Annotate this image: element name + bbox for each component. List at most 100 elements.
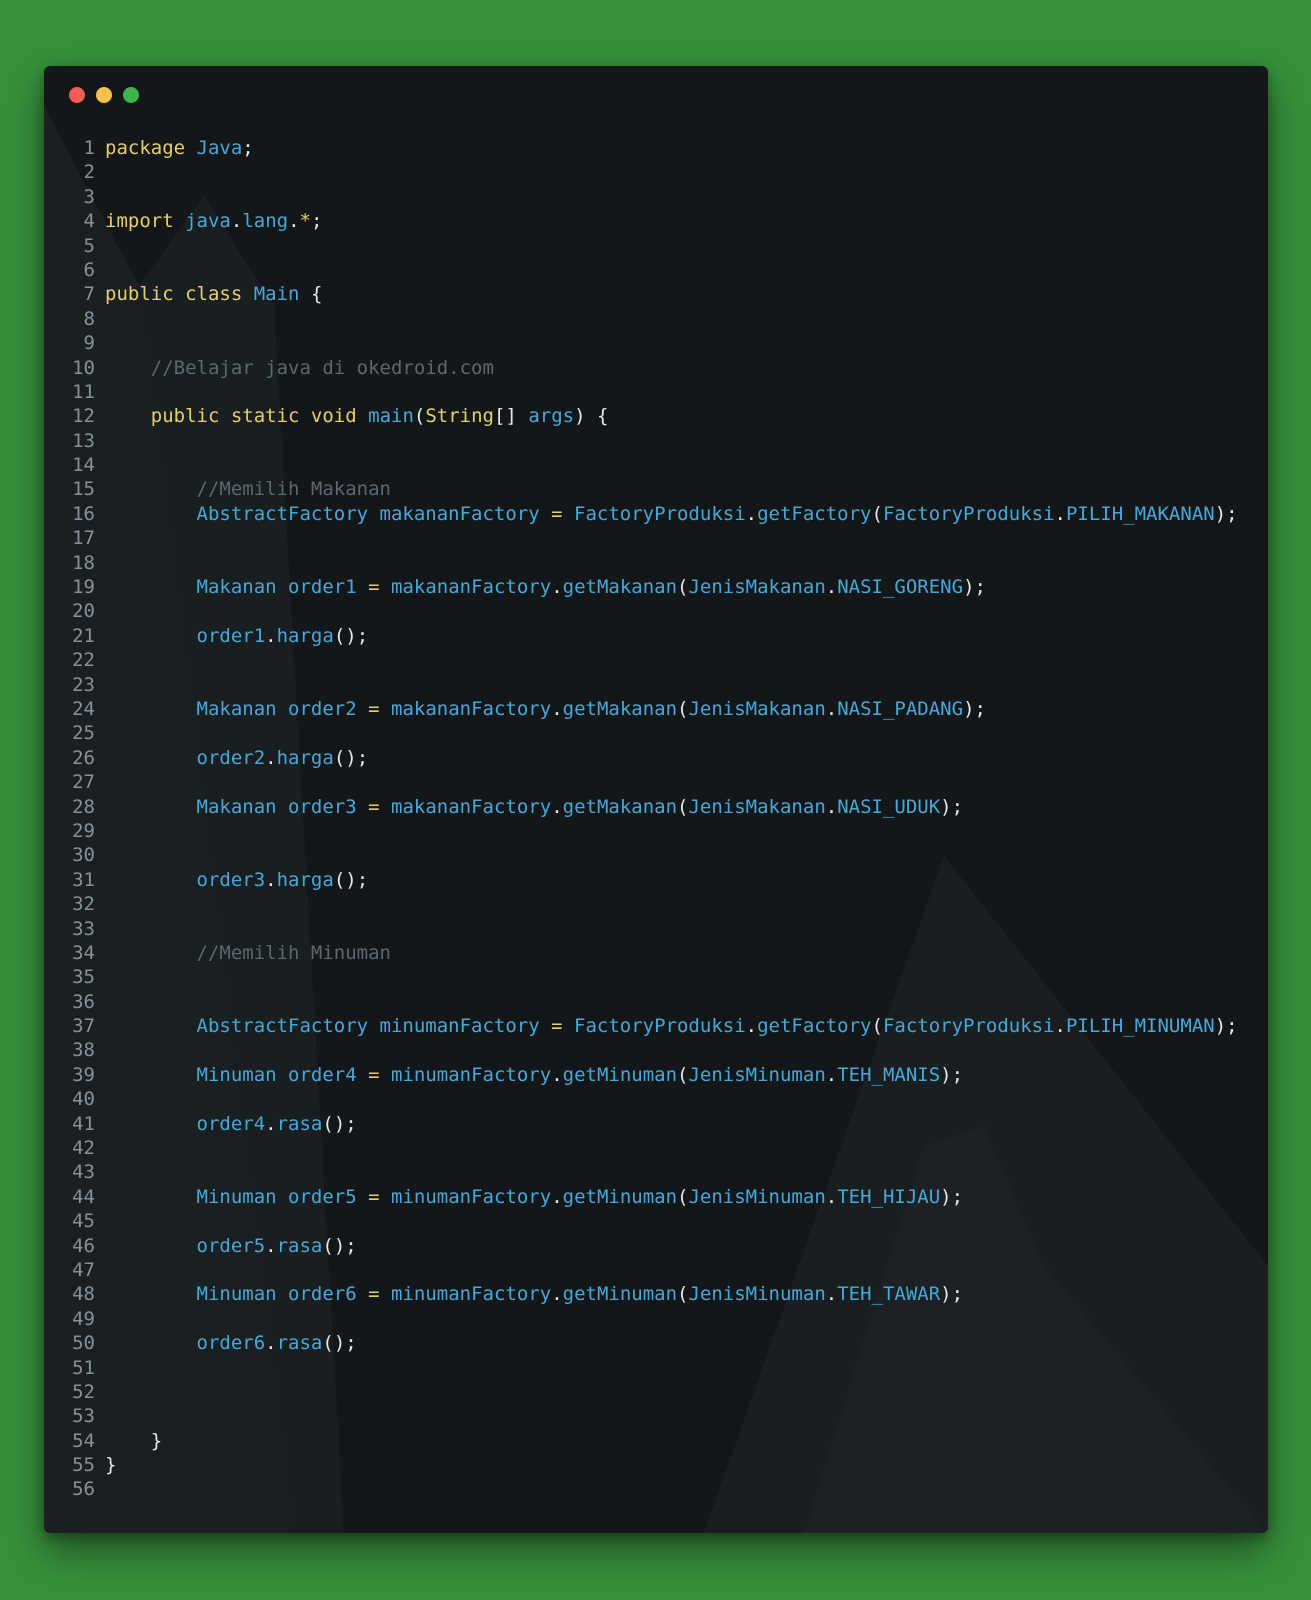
code-token: (	[413, 405, 426, 428]
code-line: 35	[44, 965, 1268, 989]
line-number: 15	[72, 478, 95, 501]
code-token: NASI_UDUK	[837, 795, 941, 818]
line-content: order2.harga();	[105, 746, 369, 770]
line-number: 11	[72, 380, 95, 403]
code-token: getMinuman	[562, 1283, 678, 1306]
minimize-window-button[interactable]	[96, 87, 112, 103]
code-token: }	[105, 1454, 117, 1477]
code-token: order5	[196, 1234, 266, 1257]
line-number: 9	[83, 332, 95, 355]
code-token: import	[105, 210, 174, 233]
code-token: .	[825, 1063, 838, 1086]
line-number: 33	[72, 917, 95, 940]
line-number: 27	[72, 771, 95, 794]
code-line: 21 order1.harga();	[44, 624, 1268, 648]
code-token: FactoryProduksi	[574, 502, 746, 525]
line-content: order6.rasa();	[105, 1331, 357, 1355]
code-token: FactoryProduksi	[882, 1015, 1055, 1038]
code-line: 55}	[44, 1453, 1268, 1477]
code-token: =	[368, 795, 380, 818]
code-token: );	[940, 1185, 964, 1208]
line-content: AbstractFactory minumanFactory = Factory…	[105, 1014, 1238, 1038]
line-number: 3	[83, 185, 95, 208]
line-number: 10	[72, 356, 95, 379]
line-number: 14	[72, 454, 95, 477]
line-number: 6	[83, 258, 95, 281]
code-token: order4	[196, 1112, 266, 1135]
code-token: *	[299, 210, 311, 233]
code-line: 15 //Memilih Makanan	[44, 477, 1268, 501]
code-line: 7 public class Main {	[44, 282, 1268, 306]
code-line: 43	[44, 1160, 1268, 1184]
code-token: JenisMinuman	[688, 1283, 826, 1306]
code-token: =	[551, 502, 563, 525]
line-number: 8	[83, 307, 95, 330]
line-number: 19	[72, 576, 95, 599]
code-token: =	[368, 1283, 380, 1306]
code-line: 48 Minuman order6 = minumanFactory.getMi…	[44, 1282, 1268, 1306]
code-line: 50 order6.rasa();	[44, 1331, 1268, 1355]
line-number: 7	[83, 283, 95, 306]
code-token: makananFactory	[391, 576, 552, 599]
code-token: Minuman order5	[196, 1185, 357, 1208]
code-token: }	[105, 1429, 163, 1452]
code-token: .	[825, 795, 838, 818]
maximize-window-button[interactable]	[123, 87, 139, 103]
code-token: (	[871, 502, 883, 525]
code-token: .	[1054, 1015, 1066, 1038]
code-token: .	[265, 624, 277, 647]
code-token: ;	[310, 210, 323, 233]
close-window-button[interactable]	[69, 87, 85, 103]
line-number: 40	[72, 1088, 95, 1111]
code-token: .	[551, 795, 563, 818]
code-editor[interactable]: 1 package Java; 2 3 4 import java.lang.*; 5 6 7 p…	[44, 136, 1268, 1502]
code-line: 30	[44, 843, 1268, 867]
line-number: 43	[72, 1161, 95, 1184]
line-number: 39	[72, 1063, 95, 1086]
line-number: 50	[72, 1332, 95, 1355]
code-line: 34 //Memilih Minuman	[44, 941, 1268, 965]
code-token: makananFactory	[391, 697, 552, 720]
line-number: 30	[72, 844, 95, 867]
code-line: 2	[44, 160, 1268, 184]
line-number: 34	[72, 941, 95, 964]
code-token: Makanan order2	[196, 697, 357, 720]
code-token: JenisMakanan	[688, 576, 826, 599]
line-number: 23	[72, 673, 95, 696]
code-line: 9	[44, 331, 1268, 355]
line-number: 26	[72, 746, 95, 769]
code-token: minumanFactory	[391, 1185, 552, 1208]
line-number: 52	[72, 1380, 95, 1403]
code-line: 40	[44, 1087, 1268, 1111]
code-token: .	[825, 1283, 838, 1306]
code-token: rasa	[276, 1112, 323, 1135]
line-number: 45	[72, 1210, 95, 1233]
code-token: );	[963, 576, 986, 599]
code-line: 56	[44, 1477, 1268, 1501]
code-line: 5	[44, 234, 1268, 258]
code-token: (	[677, 576, 689, 599]
line-number: 25	[72, 722, 95, 745]
code-token: args	[528, 405, 575, 428]
code-line: 51	[44, 1356, 1268, 1380]
code-line: 10 //Belajar java di okedroid.com	[44, 356, 1268, 380]
code-token: harga	[276, 868, 334, 891]
code-line: 54 }	[44, 1429, 1268, 1453]
line-content: Makanan order3 = makananFactory.getMakan…	[105, 795, 964, 819]
code-token: .	[551, 576, 563, 599]
code-token: .	[551, 1283, 563, 1306]
code-line: 17	[44, 526, 1268, 550]
code-line: 13	[44, 429, 1268, 453]
